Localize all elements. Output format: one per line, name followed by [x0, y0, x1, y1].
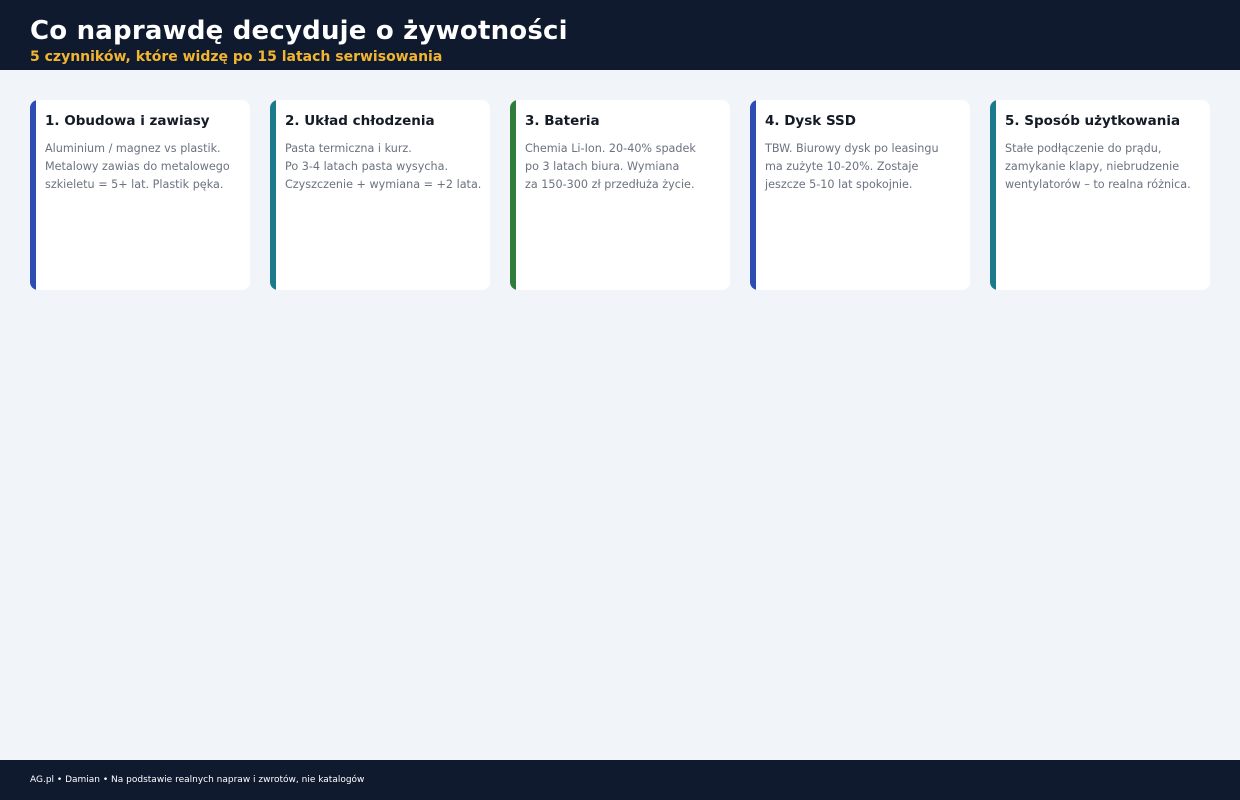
card-body-line: Czyszczenie + wymiana = +2 lata.	[285, 178, 482, 191]
factor-card-housing: 1. Obudowa i zawiasy Aluminium / magnez …	[30, 100, 250, 290]
card-body-line: Metalowy zawias do metalowego	[45, 160, 230, 173]
card-body: Pasta termiczna i kurz. Po 3-4 latach pa…	[285, 140, 482, 194]
card-body: Aluminium / magnez vs plastik. Metalowy …	[45, 140, 238, 194]
card-body-line: Aluminium / magnez vs plastik.	[45, 142, 221, 155]
card-title: 1. Obudowa i zawiasy	[45, 113, 210, 129]
factor-card-battery: 3. Bateria Chemia Li-Ion. 20-40% spadek …	[510, 100, 730, 290]
factor-cards: 1. Obudowa i zawiasy Aluminium / magnez …	[30, 100, 1210, 290]
card-body-line: Pasta termiczna i kurz.	[285, 142, 412, 155]
page-title: Co naprawdę decyduje o żywotności	[30, 16, 568, 46]
card-body-line: szkieletu = 5+ lat. Plastik pęka.	[45, 178, 224, 191]
card-body: Stałe podłączenie do prądu, zamykanie kl…	[1005, 140, 1198, 194]
card-accent-bar	[750, 100, 756, 290]
card-title: 2. Układ chłodzenia	[285, 113, 435, 129]
card-body-line: jeszcze 5-10 lat spokojnie.	[765, 178, 913, 191]
card-accent-bar	[30, 100, 36, 290]
card-title: 4. Dysk SSD	[765, 113, 856, 129]
card-body-line: zamykanie klapy, niebrudzenie	[1005, 160, 1180, 173]
header-banner: Co naprawdę decyduje o żywotności 5 czyn…	[0, 0, 1240, 70]
card-body-line: wentylatorów – to realna różnica.	[1005, 178, 1191, 191]
card-body: Chemia Li-Ion. 20-40% spadek po 3 latach…	[525, 140, 718, 194]
card-accent-bar	[270, 100, 276, 290]
card-body-line: po 3 latach biura. Wymiana	[525, 160, 680, 173]
card-body-line: TBW. Biurowy dysk po leasingu	[765, 142, 939, 155]
card-body-line: Stałe podłączenie do prądu,	[1005, 142, 1162, 155]
factor-card-ssd: 4. Dysk SSD TBW. Biurowy dysk po leasing…	[750, 100, 970, 290]
card-body-line: ma zużyte 10-20%. Zostaje	[765, 160, 919, 173]
card-body-line: Chemia Li-Ion. 20-40% spadek	[525, 142, 696, 155]
card-accent-bar	[990, 100, 996, 290]
infographic-page: Co naprawdę decyduje o żywotności 5 czyn…	[0, 0, 1240, 800]
footer-bar: AG.pl • Damian • Na podstawie realnych n…	[0, 760, 1240, 800]
card-body-line: za 150-300 zł przedłuża życie.	[525, 178, 695, 191]
card-body: TBW. Biurowy dysk po leasingu ma zużyte …	[765, 140, 958, 194]
card-title: 5. Sposób użytkowania	[1005, 113, 1181, 129]
factor-card-cooling: 2. Układ chłodzenia Pasta termiczna i ku…	[270, 100, 490, 290]
card-accent-bar	[510, 100, 516, 290]
card-title: 3. Bateria	[525, 113, 600, 129]
footer-credit: AG.pl • Damian • Na podstawie realnych n…	[30, 775, 365, 785]
page-subtitle: 5 czynników, które widzę po 15 latach se…	[30, 49, 443, 65]
factor-card-usage: 5. Sposób użytkowania Stałe podłączenie …	[990, 100, 1210, 290]
card-body-line: Po 3-4 latach pasta wysycha.	[285, 160, 449, 173]
